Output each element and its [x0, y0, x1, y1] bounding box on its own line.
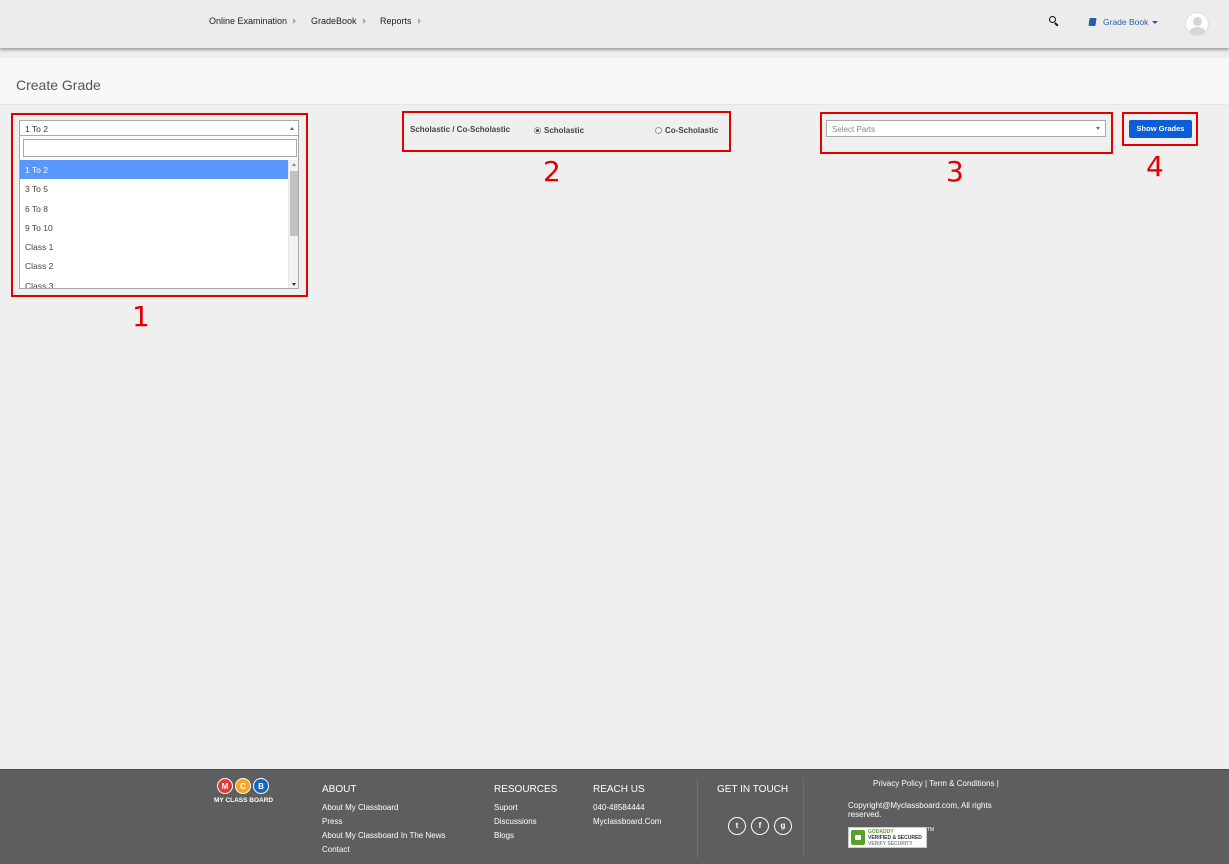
footer-link[interactable]: Press — [322, 817, 445, 826]
annotation-number-3: 3 — [946, 155, 964, 188]
myclassboard-logo[interactable]: M C B MY CLASS BOARD — [214, 778, 278, 804]
caret-right-icon — [293, 18, 297, 24]
nav-item-reports[interactable]: Reports — [380, 16, 421, 26]
logo-letter: C — [235, 778, 251, 794]
nav-item-label: GradeBook — [311, 16, 357, 26]
class-option[interactable]: 9 To 10 — [20, 218, 288, 237]
radio-scholastic[interactable]: Scholastic — [534, 126, 584, 135]
class-option[interactable]: 6 To 8 — [20, 199, 288, 218]
footer-heading: REACH US — [593, 784, 645, 795]
annotation-number-2: 2 — [543, 155, 561, 188]
footer-get-in-touch: GET IN TOUCH — [717, 784, 788, 803]
user-avatar-icon[interactable] — [1185, 12, 1209, 36]
class-select[interactable]: 1 To 2 — [19, 120, 299, 136]
footer-link[interactable]: About My Classboard In The News — [322, 831, 445, 840]
page-header: Create Grade — [0, 58, 1229, 105]
class-option[interactable]: Class 3 — [20, 276, 288, 288]
badge-trademark: TM — [927, 827, 935, 833]
footer-link[interactable]: Contact — [322, 845, 445, 854]
class-dropdown: 1 To 2 3 To 5 6 To 8 9 To 10 Class 1 Cla… — [19, 136, 299, 289]
logo-text: MY CLASS BOARD — [214, 797, 274, 804]
radio-label: Scholastic — [544, 126, 585, 135]
book-icon — [1088, 18, 1097, 26]
page-title: Create Grade — [16, 77, 101, 93]
footer-resources: RESOURCES Suport Discussions Blogs — [494, 784, 557, 845]
top-navbar: Online Examination GradeBook Reports Gra… — [0, 0, 1229, 48]
scroll-up-arrow-icon[interactable] — [292, 163, 296, 166]
annotation-number-1: 1 — [132, 300, 150, 333]
badge-line2: VERIFY SECURITY — [868, 840, 913, 847]
lock-icon — [851, 830, 865, 845]
logo-letter: M — [217, 778, 233, 794]
scholastic-type-label: Scholastic / Co-Scholastic — [410, 125, 511, 134]
logo-letter: B — [253, 778, 269, 794]
show-grades-button[interactable]: Show Grades — [1129, 120, 1192, 138]
footer-reach-us: REACH US 040-48584444 Myclassboard.Com — [593, 784, 661, 831]
facebook-icon[interactable]: f — [751, 817, 769, 835]
footer-about: ABOUT About My Classboard Press About My… — [322, 784, 445, 859]
parts-select-placeholder: Select Parts — [832, 125, 876, 134]
footer: M C B MY CLASS BOARD ABOUT About My Clas… — [0, 769, 1229, 864]
nav-item-gradebook[interactable]: GradeBook — [311, 16, 366, 26]
caret-right-icon — [362, 18, 366, 24]
twitter-icon[interactable]: t — [728, 817, 746, 835]
parts-select[interactable]: Select Parts — [826, 120, 1106, 137]
copyright-text: Copyright@Myclassboard.com, All rights r… — [848, 801, 992, 819]
footer-heading: RESOURCES — [494, 784, 558, 795]
class-search-input[interactable] — [23, 139, 297, 157]
radio-label: Co-Scholastic — [665, 126, 719, 135]
footer-link[interactable]: Suport — [494, 803, 557, 812]
scroll-thumb[interactable] — [290, 171, 298, 236]
google-plus-icon[interactable]: g — [774, 817, 792, 835]
social-links: t f g — [728, 817, 792, 835]
policy-links[interactable]: Privacy Policy | Term & Conditions | — [873, 779, 999, 788]
footer-heading: GET IN TOUCH — [717, 784, 789, 795]
gradebook-menu-dropdown[interactable]: Grade Book — [1088, 17, 1159, 27]
caret-right-icon — [417, 18, 421, 24]
scroll-down-arrow-icon[interactable] — [292, 283, 296, 286]
dropdown-scrollbar[interactable] — [288, 160, 298, 288]
annotation-number-4: 4 — [1146, 150, 1164, 183]
radio-co-scholastic[interactable]: Co-Scholastic — [655, 126, 718, 135]
footer-link[interactable]: Discussions — [494, 817, 557, 826]
class-option[interactable]: 3 To 5 — [20, 179, 288, 198]
nav-item-label: Reports — [380, 16, 412, 26]
class-option[interactable]: Class 1 — [20, 237, 288, 256]
search-icon[interactable] — [1049, 16, 1059, 27]
nav-item-online-examination[interactable]: Online Examination — [209, 16, 297, 26]
radio-checked-icon[interactable] — [534, 127, 541, 134]
footer-heading: ABOUT — [322, 784, 357, 795]
chevron-down-icon — [1096, 127, 1100, 130]
chevron-up-icon — [290, 127, 294, 130]
class-select-value: 1 To 2 — [25, 124, 49, 134]
class-option-list: 1 To 2 3 To 5 6 To 8 9 To 10 Class 1 Cla… — [20, 160, 288, 288]
godaddy-security-badge[interactable]: GODADDY VERIFIED & SECURED VERIFY SECURI… — [848, 827, 927, 848]
footer-link[interactable]: About My Classboard — [322, 803, 445, 812]
footer-divider — [803, 778, 804, 858]
footer-phone: 040-48584444 — [593, 803, 645, 812]
footer-divider — [697, 778, 698, 858]
class-option[interactable]: Class 2 — [20, 256, 288, 275]
class-option[interactable]: 1 To 2 — [20, 160, 288, 180]
footer-link[interactable]: Blogs — [494, 831, 557, 840]
nav-item-label: Online Examination — [209, 16, 288, 26]
footer-website-link[interactable]: Myclassboard.Com — [593, 817, 661, 826]
radio-unchecked-icon[interactable] — [655, 127, 662, 134]
badge-line1: VERIFIED & SECURED — [868, 834, 922, 841]
gradebook-menu-label: Grade Book — [1103, 17, 1149, 27]
chevron-down-icon — [1152, 20, 1159, 24]
